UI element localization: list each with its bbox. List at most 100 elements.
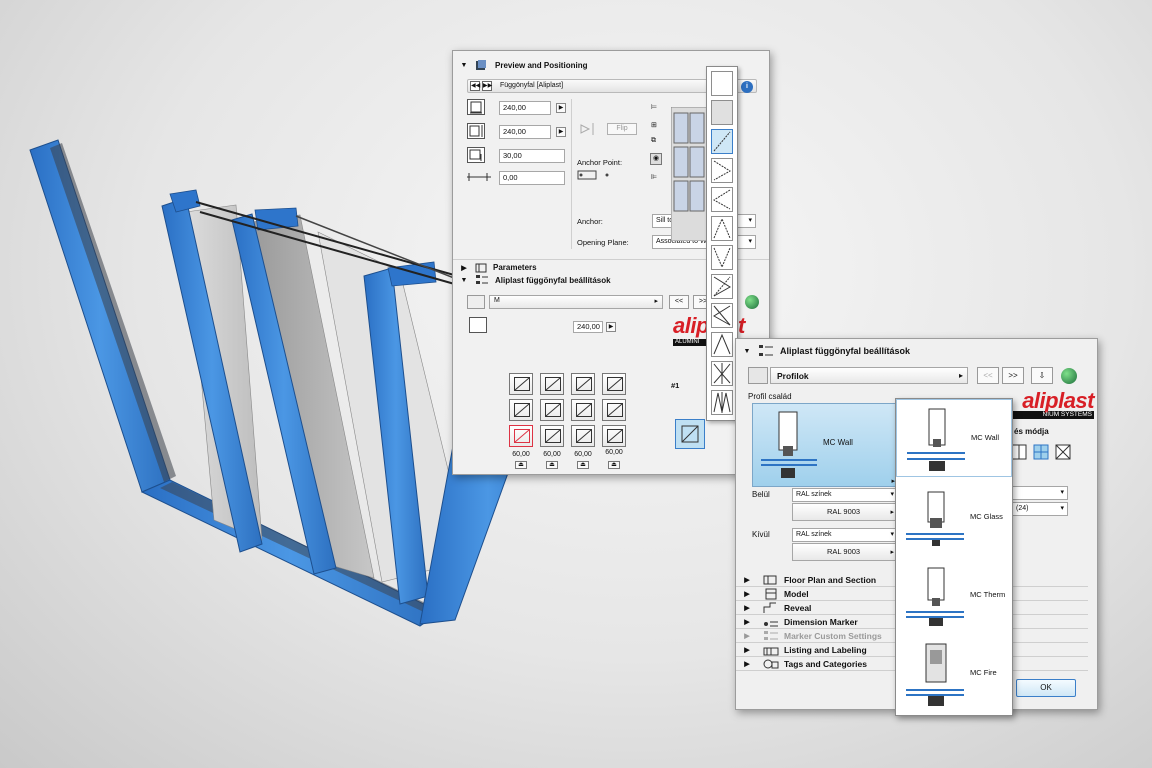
grid-cell-selected[interactable]	[509, 425, 533, 447]
export-icon[interactable]: ⇩	[1031, 367, 1053, 384]
prev-page-button[interactable]: <<	[669, 295, 689, 309]
opening-mode-label: és módja	[1014, 427, 1049, 436]
expand-triangle-icon[interactable]: ▶	[736, 576, 758, 584]
inside-color-button[interactable]: RAL 9003 ▸	[792, 503, 898, 521]
opening-type-fixed[interactable]	[711, 71, 733, 96]
expand-triangle-icon[interactable]: ▶	[736, 646, 758, 654]
divider	[571, 99, 572, 249]
profile-option-mc-glass[interactable]: MC Glass	[896, 479, 1012, 557]
opening-type-option[interactable]	[711, 187, 733, 212]
outside-color-button[interactable]: RAL 9003 ▸	[792, 543, 898, 561]
expand-triangle-icon[interactable]: ▶	[736, 660, 758, 668]
grid-cell[interactable]	[571, 425, 595, 447]
aliplast-settings-title: Aliplast függönyfal beállítások	[495, 275, 611, 285]
next-object-icon[interactable]: ▶▶	[482, 81, 492, 91]
width-field[interactable]: 240,00	[499, 101, 551, 115]
page-dropdown[interactable]: M ▸	[489, 295, 663, 309]
opening-type-button[interactable]	[675, 419, 705, 449]
anchor-point-icon[interactable]	[577, 169, 617, 181]
globe-icon[interactable]	[745, 295, 759, 309]
prev-object-icon[interactable]: ◀◀	[470, 81, 480, 91]
profile-option-mc-fire[interactable]: MC Fire	[896, 635, 1012, 713]
height-small-field[interactable]: 240,00	[573, 321, 603, 333]
profile-option-name: MC Therm	[970, 590, 1006, 599]
grid-cell[interactable]	[509, 399, 533, 421]
grid-cell[interactable]	[571, 399, 595, 421]
grid-cell[interactable]	[540, 373, 564, 395]
opening-type-panel[interactable]	[711, 100, 733, 125]
height-arrow-icon[interactable]: ▶	[556, 127, 566, 137]
expand-triangle-icon[interactable]: ▶	[736, 618, 758, 626]
marker-settings-icon	[764, 630, 778, 640]
eject-icon[interactable]: ⏏	[577, 461, 589, 469]
opening-type-option[interactable]	[711, 245, 733, 270]
collapse-triangle-icon[interactable]: ▼	[453, 277, 475, 284]
opening-grid: 60,00 60,00 60,00 60,00 ⏏ ⏏ ⏏ ⏏	[509, 373, 635, 469]
mode-cross-icon[interactable]	[1054, 443, 1072, 461]
grid-cell[interactable]	[602, 399, 626, 421]
mc-wall-profile-icon	[761, 411, 817, 478]
3d-view-icon[interactable]: ◉	[650, 153, 662, 165]
opening-type-option[interactable]	[711, 390, 733, 415]
chevron-down-icon: ▾	[890, 491, 894, 498]
eject-icon[interactable]: ⏏	[546, 461, 558, 469]
flip-button[interactable]: Flip	[607, 123, 637, 135]
grid-cell[interactable]	[540, 425, 564, 447]
right-dropdown-2[interactable]: (24) ▾	[1012, 502, 1068, 516]
plan-view-icon[interactable]: ⊨	[651, 103, 657, 111]
ok-button[interactable]: OK	[1016, 679, 1076, 697]
opening-type-option[interactable]	[711, 332, 733, 357]
offset-field[interactable]: 0,00	[499, 171, 565, 185]
section-view-icon[interactable]: ⧉	[651, 137, 656, 145]
width-arrow-icon[interactable]: ▶	[556, 103, 566, 113]
opening-type-option[interactable]	[711, 303, 733, 328]
profile-option-mc-therm[interactable]: MC Therm	[896, 557, 1012, 635]
grid-view-icon[interactable]: ⊞	[651, 121, 657, 129]
opening-type-option[interactable]	[711, 274, 733, 299]
grid-cell[interactable]	[509, 373, 533, 395]
inside-label: Belül	[752, 490, 770, 499]
opening-type-option[interactable]	[711, 361, 733, 386]
info-icon[interactable]: i	[741, 81, 753, 93]
opening-type-option[interactable]	[711, 216, 733, 241]
height-field[interactable]: 240,00	[499, 125, 551, 139]
profile-family-selector[interactable]: MC Wall ▸	[752, 403, 898, 487]
aliplast-settings-header-2[interactable]: ▼ Aliplast függönyfal beállítások	[736, 342, 1097, 360]
elevation-view-icon[interactable]: ⊫	[651, 173, 657, 181]
profile-family-label: Profil család	[748, 392, 792, 401]
opening-type-selected[interactable]	[711, 129, 733, 154]
eject-icon[interactable]: ⏏	[608, 461, 620, 469]
expand-triangle-icon[interactable]: ▶	[736, 590, 758, 598]
collapse-triangle-icon[interactable]: ▼	[453, 62, 475, 69]
mc-wall-icon	[907, 408, 965, 471]
mode-split-icon[interactable]	[1032, 443, 1050, 461]
eject-icon[interactable]: ⏏	[515, 461, 527, 469]
collapse-triangle-icon[interactable]: ▼	[736, 348, 758, 355]
page-dropdown-2[interactable]: Profilok ▸	[770, 367, 968, 384]
expand-triangle-icon[interactable]: ▶	[736, 632, 758, 640]
chevron-down-icon: ▾	[1060, 505, 1064, 512]
prev-page-button-2[interactable]: <<	[977, 367, 999, 384]
height-small-arrow-icon[interactable]: ▶	[606, 322, 616, 332]
inside-color-set-dropdown[interactable]: RAL színek ▾	[792, 488, 898, 502]
expand-triangle-icon[interactable]: ▶	[453, 264, 475, 272]
section-label: Reveal	[784, 602, 812, 613]
globe-icon[interactable]	[1061, 368, 1077, 384]
grid-cell[interactable]	[540, 399, 564, 421]
grid-cell[interactable]	[602, 425, 626, 447]
parameters-label: Parameters	[493, 263, 537, 272]
depth-field[interactable]: 30,00	[499, 149, 565, 163]
opening-type-option[interactable]	[711, 158, 733, 183]
anchor-label: Anchor:	[577, 217, 603, 226]
right-dropdown-1[interactable]: ▾	[1012, 486, 1068, 500]
expand-triangle-icon[interactable]: ▶	[736, 604, 758, 612]
next-page-button-2[interactable]: >>	[1002, 367, 1024, 384]
grid-cell[interactable]	[602, 373, 626, 395]
outside-color-set-dropdown[interactable]: RAL színek ▾	[792, 528, 898, 542]
chevron-down-icon: ▾	[748, 238, 752, 245]
grid-cell[interactable]	[571, 373, 595, 395]
profile-option-mc-wall[interactable]: MC Wall	[896, 399, 1012, 477]
mc-glass-icon	[906, 491, 964, 546]
section-label: Dimension Marker	[784, 616, 858, 627]
object-name: Függönyfal [Aliplast]	[500, 82, 564, 89]
